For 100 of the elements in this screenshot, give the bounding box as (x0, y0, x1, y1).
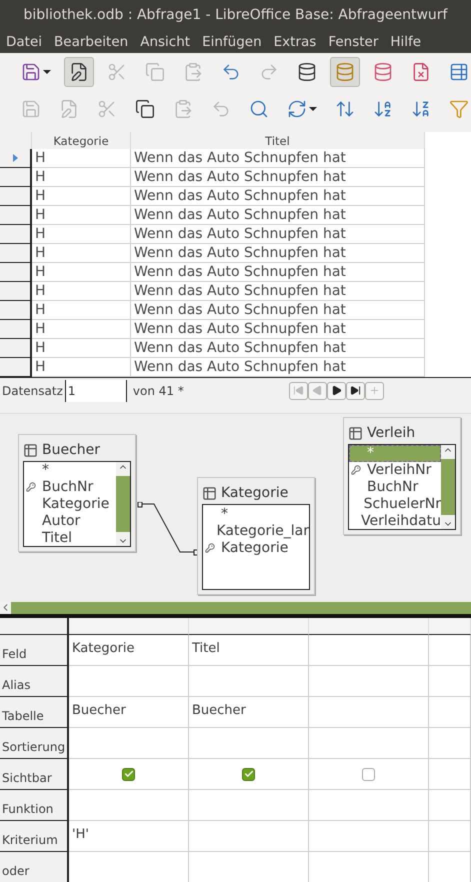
grid-cell[interactable] (69, 666, 189, 697)
visible-checkbox[interactable] (362, 768, 375, 780)
column-header[interactable] (69, 618, 189, 635)
row-header[interactable] (0, 282, 32, 301)
row-header[interactable] (0, 149, 32, 168)
grid-cell[interactable]: Kategorie (69, 635, 189, 666)
row-header[interactable] (0, 168, 32, 187)
grid-cell[interactable] (309, 728, 429, 759)
grid-cell[interactable]: Titel (189, 635, 309, 666)
row-header[interactable] (0, 358, 32, 377)
field-item[interactable]: Autor (24, 512, 116, 530)
row-header[interactable] (0, 206, 32, 225)
toolbar-button[interactable] (64, 56, 94, 86)
row-header[interactable] (0, 263, 32, 282)
row-header[interactable] (0, 301, 32, 320)
field-item[interactable]: Verleihdatu (349, 512, 441, 529)
record-count: von 41 * (132, 384, 185, 398)
scrollbar[interactable] (116, 462, 130, 546)
grid-cell[interactable]: Buecher (69, 697, 189, 728)
new-record-icon (368, 385, 380, 396)
grid-cell[interactable] (69, 790, 189, 821)
row-label: Feld (0, 635, 69, 666)
window-title: bibliothek.odb : Abfrage1 - LibreOffice Base: Abfrageentwurf (0, 0, 471, 30)
field-item[interactable]: BuchNr (349, 478, 441, 496)
table-cell: H (32, 358, 131, 377)
grid-cell[interactable] (309, 635, 429, 666)
record-nav-button[interactable] (346, 382, 365, 400)
row-label: oder (0, 852, 69, 882)
menu-item[interactable]: Fenster (328, 34, 378, 50)
grid-cell[interactable] (429, 666, 471, 697)
grid-cell[interactable] (189, 728, 309, 759)
grid-cell[interactable] (429, 821, 471, 852)
grid-cell[interactable] (429, 790, 471, 821)
next-record-icon (330, 385, 342, 396)
visible-checkbox[interactable] (242, 768, 255, 780)
visible-checkbox[interactable] (122, 768, 135, 780)
record-nav-button[interactable] (326, 382, 346, 400)
row-label: Tabelle (0, 697, 69, 728)
grid-cell[interactable] (429, 728, 471, 759)
field-item[interactable]: Titel (24, 529, 116, 546)
menu-item[interactable]: Einfügen (202, 34, 262, 50)
grid-cell[interactable] (189, 759, 309, 790)
row-label: Sichtbar (0, 759, 69, 790)
column-header[interactable]: Titel (131, 132, 425, 149)
field-item[interactable]: BuchNr (24, 478, 116, 496)
menu-item[interactable]: Bearbeiten (54, 34, 128, 50)
menu-item[interactable]: Datei (6, 34, 42, 50)
undo-icon (221, 62, 241, 82)
row-header[interactable] (0, 320, 32, 339)
grid-cell[interactable] (309, 821, 429, 852)
clipboard-icon (173, 98, 193, 118)
table-window[interactable]: Kategorie * Kategorie_lar Kategorie (197, 477, 315, 595)
grid-cell[interactable] (309, 759, 429, 790)
field-item[interactable]: Kategorie_lar (203, 522, 309, 539)
table-window[interactable]: Buecher * BuchNr Kategorie Autor Titel (18, 434, 136, 552)
field-item[interactable]: VerleihNr (349, 462, 441, 479)
menu-item[interactable]: Ansicht (140, 34, 190, 50)
copy-icon (135, 98, 155, 118)
row-header[interactable] (0, 187, 32, 206)
column-header[interactable] (189, 618, 309, 635)
grid-cell[interactable]: 'H' (69, 821, 189, 852)
field-item[interactable]: Kategorie (203, 539, 309, 556)
grid-cell[interactable] (189, 821, 309, 852)
first-record-icon (292, 385, 304, 396)
grid-cell[interactable] (309, 697, 429, 728)
grid-cell[interactable] (429, 759, 471, 790)
grid-cell[interactable] (309, 790, 429, 821)
column-header[interactable]: Kategorie (32, 132, 131, 149)
sort-ascending-icon (373, 98, 393, 118)
grid-cell[interactable] (429, 697, 471, 728)
column-header[interactable] (429, 618, 471, 635)
scissors-icon (97, 98, 117, 118)
grid-cell[interactable] (309, 666, 429, 697)
grid-cell[interactable] (189, 790, 309, 821)
grid-cell[interactable] (69, 728, 189, 759)
row-header[interactable] (0, 225, 32, 244)
grid-cell[interactable]: Buecher (189, 697, 309, 728)
menu-item[interactable]: Extras (274, 34, 316, 50)
row-header[interactable] (0, 339, 32, 358)
table-window[interactable]: Verleih * VerleihNr BuchNr SchuelerNr Verleihdatu (343, 417, 461, 535)
document-close-icon (411, 62, 431, 82)
scrollbar-thumb[interactable] (441, 459, 455, 515)
scrollbar-thumb[interactable] (116, 476, 130, 532)
field-item[interactable]: Kategorie (24, 496, 116, 512)
field-item[interactable]: SchuelerNr (349, 495, 441, 512)
table-cell: H (32, 149, 131, 168)
scrollbar[interactable] (441, 445, 455, 529)
field-item[interactable]: * (203, 505, 309, 522)
menu-item[interactable]: Hilfe (390, 34, 422, 50)
record-number-field[interactable]: 1 (64, 380, 127, 402)
grid-cell[interactable] (189, 666, 309, 697)
column-header[interactable] (309, 618, 429, 635)
table-cell: Wenn das Auto Schnupfen hat (131, 282, 425, 301)
grid-cell[interactable] (429, 635, 471, 666)
table-cell: H (32, 206, 131, 225)
field-item[interactable]: * (24, 462, 116, 479)
filter-icon (449, 98, 469, 118)
grid-cell[interactable] (69, 759, 189, 790)
table-cell: Wenn das Auto Schnupfen hat (131, 301, 425, 320)
row-header[interactable] (0, 244, 32, 263)
